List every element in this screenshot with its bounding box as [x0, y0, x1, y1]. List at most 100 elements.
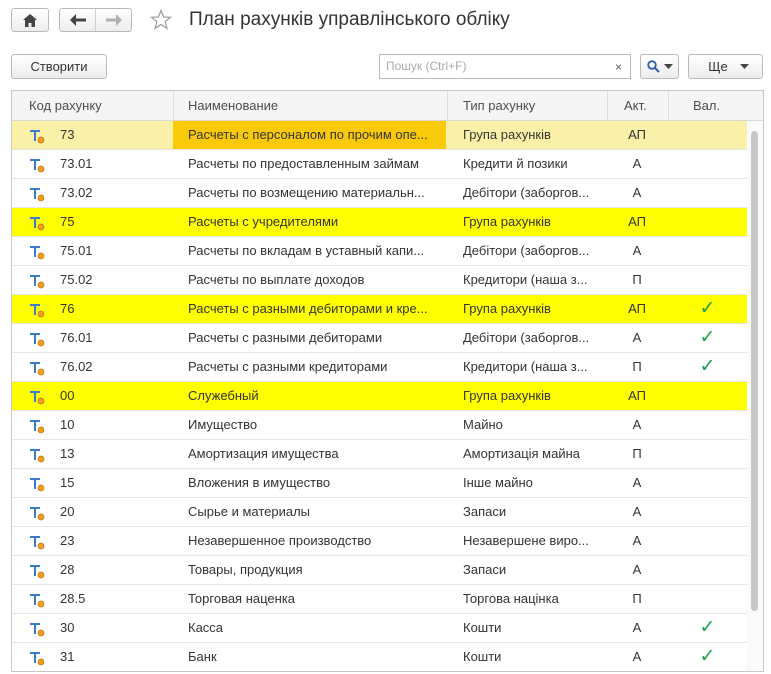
currency-flag: ✓ — [699, 298, 716, 319]
currency-flag: ✓ — [699, 646, 716, 667]
currency-flag — [668, 498, 747, 526]
search-input[interactable]: Пошук (Ctrl+F) — [379, 54, 608, 79]
account-type-icon — [29, 447, 45, 463]
table-body: 73 Расчеты с персоналом по прочим опе... Г… — [12, 121, 747, 671]
scrollbar-thumb[interactable] — [751, 131, 758, 611]
account-name: Расчеты по предоставленным займам — [188, 156, 419, 171]
account-type-icon — [29, 650, 45, 666]
table-row[interactable]: 15 Вложения в имущество Інше майно А — [12, 469, 747, 498]
table-row[interactable]: 75.01 Расчеты по вкладам в уставный капи.… — [12, 237, 747, 266]
back-button[interactable] — [60, 9, 95, 31]
table-row[interactable]: 23 Незавершенное производство Незавершене … — [12, 527, 747, 556]
account-type: Торгова націнка — [463, 591, 559, 606]
account-type: Кредитори (наша з... — [463, 272, 588, 287]
header-kind[interactable]: Акт. — [624, 91, 647, 121]
account-type: Група рахунків — [463, 214, 551, 229]
search-options-button[interactable] — [640, 54, 679, 79]
account-name: Незавершенное производство — [188, 533, 372, 548]
chevron-down-icon — [663, 63, 673, 69]
account-name: Расчеты по вкладам в уставный капи... — [188, 243, 425, 258]
table-row[interactable]: 28 Товары, продукция Запаси А — [12, 556, 747, 585]
account-name: Расчеты с персоналом по прочим опе... — [173, 121, 446, 149]
account-type: Запаси — [463, 562, 507, 577]
home-icon — [23, 13, 37, 27]
account-kind: АП — [628, 214, 646, 229]
account-name: Расчеты с разными кредиторами — [188, 359, 388, 374]
table-row[interactable]: 76.02 Расчеты с разными кредиторами Кредит… — [12, 353, 747, 382]
account-code: 13 — [60, 446, 75, 461]
account-kind: А — [632, 417, 642, 432]
account-kind: А — [632, 330, 642, 345]
header-code[interactable]: Код рахунку — [29, 91, 102, 121]
account-code: 73.01 — [60, 156, 93, 171]
account-name: Торговая наценка — [188, 591, 296, 606]
account-kind: П — [632, 272, 642, 287]
table-row[interactable]: 75.02 Расчеты по выплате доходов Кредитори… — [12, 266, 747, 295]
account-name: Служебный — [188, 388, 259, 403]
account-kind: А — [632, 649, 642, 664]
table-row[interactable]: 76.01 Расчеты с разными дебиторами Дебітор… — [12, 324, 747, 353]
table-row[interactable]: 76 Расчеты с разными дебиторами и кре... Г… — [12, 295, 747, 324]
table-row[interactable]: 20 Сырье и материалы Запаси А — [12, 498, 747, 527]
account-type: Група рахунків — [463, 388, 551, 403]
account-code: 75.01 — [60, 243, 93, 258]
column-divider[interactable] — [447, 91, 448, 121]
currency-flag — [668, 237, 747, 265]
table-row[interactable]: 10 Имущество Майно А — [12, 411, 747, 440]
currency-flag — [668, 440, 747, 468]
account-name: Расчеты с разными дебиторами и кре... — [188, 301, 428, 316]
column-divider[interactable] — [668, 91, 669, 121]
account-type: Кошти — [463, 620, 502, 635]
account-type-icon — [29, 360, 45, 376]
account-code: 76.01 — [60, 330, 93, 345]
table-row[interactable]: 13 Амортизация имущества Амортизація майна… — [12, 440, 747, 469]
header-currency[interactable]: Вал. — [693, 91, 720, 121]
account-kind: А — [632, 504, 642, 519]
currency-flag — [668, 469, 747, 497]
account-kind: А — [632, 533, 642, 548]
star-icon[interactable] — [150, 9, 172, 31]
account-code: 15 — [60, 475, 75, 490]
table-row[interactable]: 28.5 Торговая наценка Торгова націнка П — [12, 585, 747, 614]
account-type: Кредити й позики — [463, 156, 568, 171]
account-kind: П — [632, 359, 642, 374]
table-row[interactable]: 00 Служебный Група рахунків АП — [12, 382, 747, 411]
table-row[interactable]: 73 Расчеты с персоналом по прочим опе... Г… — [12, 121, 747, 150]
account-kind: А — [632, 243, 642, 258]
column-divider[interactable] — [173, 91, 174, 121]
table-row[interactable]: 75 Расчеты с учредителями Група рахунків АП — [12, 208, 747, 237]
clear-search-button[interactable]: × — [607, 54, 631, 79]
account-name: Вложения в имущество — [188, 475, 331, 490]
title-bar: План рахунків управлінського обліку — [0, 0, 771, 46]
currency-flag: ✓ — [699, 617, 716, 638]
table-header: Код рахунку Наименование Тип рахунку Акт… — [12, 91, 763, 121]
table-row[interactable]: 73.02 Расчеты по возмещению материальн...… — [12, 179, 747, 208]
account-name: Амортизация имущества — [188, 446, 339, 461]
header-type[interactable]: Тип рахунку — [463, 91, 535, 121]
forward-button[interactable] — [95, 9, 131, 31]
magnifier-icon — [646, 60, 660, 73]
table-row[interactable]: 31 Банк Кошти А ✓ — [12, 643, 747, 671]
account-kind: А — [632, 620, 642, 635]
account-type-icon — [29, 331, 45, 347]
close-icon: × — [614, 59, 622, 74]
account-name: Сырье и материалы — [188, 504, 311, 519]
column-divider[interactable] — [607, 91, 608, 121]
more-button-label: Ще — [708, 59, 728, 74]
account-type: Запаси — [463, 504, 507, 519]
account-name: Банк — [188, 649, 217, 664]
create-button[interactable]: Створити — [11, 54, 107, 79]
home-button[interactable] — [11, 8, 49, 32]
account-code: 31 — [60, 649, 75, 664]
table-row[interactable]: 73.01 Расчеты по предоставленным займам Кр… — [12, 150, 747, 179]
header-name[interactable]: Наименование — [188, 91, 278, 121]
table-row[interactable]: 30 Касса Кошти А ✓ — [12, 614, 747, 643]
page-title: План рахунків управлінського обліку — [189, 9, 510, 30]
currency-flag — [668, 208, 747, 236]
account-kind: П — [632, 591, 642, 606]
account-type-icon — [29, 128, 45, 144]
account-type: Амортизація майна — [463, 446, 581, 461]
account-name: Расчеты с учредителями — [188, 214, 339, 229]
account-code: 75.02 — [60, 272, 93, 287]
more-button[interactable]: Ще — [688, 54, 763, 79]
